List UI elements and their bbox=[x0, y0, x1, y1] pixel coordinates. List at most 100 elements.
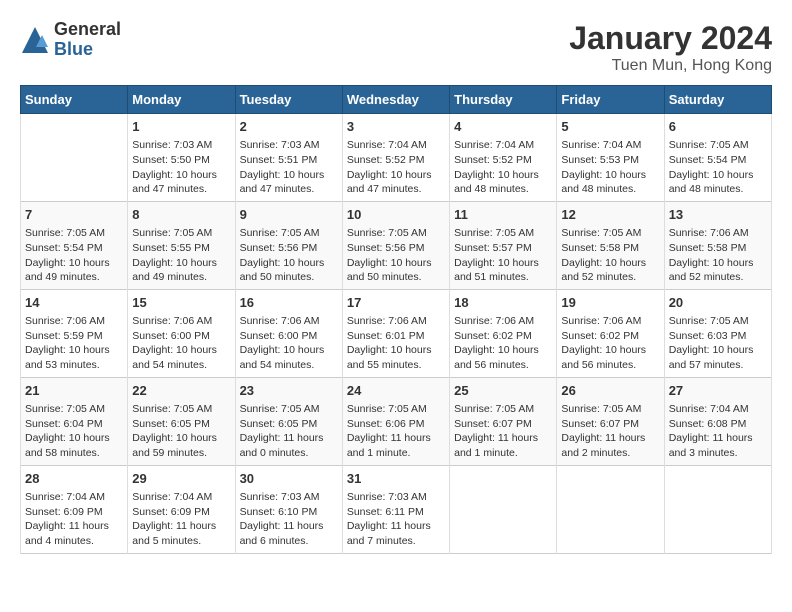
day-number: 8 bbox=[132, 206, 230, 224]
calendar-cell: 3 Sunrise: 7:04 AM Sunset: 5:52 PM Daylig… bbox=[342, 114, 449, 202]
day-number: 13 bbox=[669, 206, 767, 224]
day-number: 4 bbox=[454, 118, 552, 136]
day-number: 17 bbox=[347, 294, 445, 312]
day-info: Sunrise: 7:05 AM Sunset: 5:54 PM Dayligh… bbox=[25, 226, 123, 285]
day-info: Sunrise: 7:05 AM Sunset: 5:54 PM Dayligh… bbox=[669, 138, 767, 197]
day-number: 30 bbox=[240, 470, 338, 488]
day-info: Sunrise: 7:06 AM Sunset: 5:58 PM Dayligh… bbox=[669, 226, 767, 285]
day-info: Sunrise: 7:05 AM Sunset: 6:05 PM Dayligh… bbox=[240, 402, 338, 461]
day-number: 27 bbox=[669, 382, 767, 400]
day-number: 14 bbox=[25, 294, 123, 312]
day-number: 29 bbox=[132, 470, 230, 488]
calendar-cell: 31 Sunrise: 7:03 AM Sunset: 6:11 PM Dayli… bbox=[342, 465, 449, 553]
day-info: Sunrise: 7:05 AM Sunset: 5:56 PM Dayligh… bbox=[347, 226, 445, 285]
header-cell-thursday: Thursday bbox=[450, 86, 557, 114]
day-number: 31 bbox=[347, 470, 445, 488]
day-number: 23 bbox=[240, 382, 338, 400]
page-title: January 2024 bbox=[569, 20, 772, 57]
day-info: Sunrise: 7:04 AM Sunset: 6:08 PM Dayligh… bbox=[669, 402, 767, 461]
calendar-cell: 6 Sunrise: 7:05 AM Sunset: 5:54 PM Daylig… bbox=[664, 114, 771, 202]
calendar-cell: 11 Sunrise: 7:05 AM Sunset: 5:57 PM Dayli… bbox=[450, 201, 557, 289]
calendar-cell: 18 Sunrise: 7:06 AM Sunset: 6:02 PM Dayli… bbox=[450, 289, 557, 377]
day-number: 16 bbox=[240, 294, 338, 312]
week-row-4: 21 Sunrise: 7:05 AM Sunset: 6:04 PM Dayli… bbox=[21, 377, 772, 465]
week-row-2: 7 Sunrise: 7:05 AM Sunset: 5:54 PM Daylig… bbox=[21, 201, 772, 289]
calendar-cell: 23 Sunrise: 7:05 AM Sunset: 6:05 PM Dayli… bbox=[235, 377, 342, 465]
day-info: Sunrise: 7:05 AM Sunset: 5:55 PM Dayligh… bbox=[132, 226, 230, 285]
header-cell-saturday: Saturday bbox=[664, 86, 771, 114]
logo-blue: Blue bbox=[54, 40, 121, 60]
calendar-cell: 8 Sunrise: 7:05 AM Sunset: 5:55 PM Daylig… bbox=[128, 201, 235, 289]
day-number: 7 bbox=[25, 206, 123, 224]
day-info: Sunrise: 7:05 AM Sunset: 6:04 PM Dayligh… bbox=[25, 402, 123, 461]
day-info: Sunrise: 7:06 AM Sunset: 6:01 PM Dayligh… bbox=[347, 314, 445, 373]
day-info: Sunrise: 7:04 AM Sunset: 5:53 PM Dayligh… bbox=[561, 138, 659, 197]
day-info: Sunrise: 7:04 AM Sunset: 6:09 PM Dayligh… bbox=[25, 490, 123, 549]
day-number: 10 bbox=[347, 206, 445, 224]
calendar-cell bbox=[664, 465, 771, 553]
day-info: Sunrise: 7:04 AM Sunset: 5:52 PM Dayligh… bbox=[347, 138, 445, 197]
day-info: Sunrise: 7:06 AM Sunset: 6:00 PM Dayligh… bbox=[240, 314, 338, 373]
day-info: Sunrise: 7:04 AM Sunset: 6:09 PM Dayligh… bbox=[132, 490, 230, 549]
day-number: 18 bbox=[454, 294, 552, 312]
day-number: 19 bbox=[561, 294, 659, 312]
header-row: SundayMondayTuesdayWednesdayThursdayFrid… bbox=[21, 86, 772, 114]
calendar-cell: 21 Sunrise: 7:05 AM Sunset: 6:04 PM Dayli… bbox=[21, 377, 128, 465]
day-info: Sunrise: 7:03 AM Sunset: 6:10 PM Dayligh… bbox=[240, 490, 338, 549]
calendar-cell: 10 Sunrise: 7:05 AM Sunset: 5:56 PM Dayli… bbox=[342, 201, 449, 289]
day-info: Sunrise: 7:04 AM Sunset: 5:52 PM Dayligh… bbox=[454, 138, 552, 197]
day-number: 9 bbox=[240, 206, 338, 224]
header-cell-friday: Friday bbox=[557, 86, 664, 114]
title-block: January 2024 Tuen Mun, Hong Kong bbox=[569, 20, 772, 75]
calendar-cell: 30 Sunrise: 7:03 AM Sunset: 6:10 PM Dayli… bbox=[235, 465, 342, 553]
calendar-cell: 25Sunrise: 7:05 AM Sunset: 6:07 PM Dayli… bbox=[450, 377, 557, 465]
week-row-3: 14 Sunrise: 7:06 AM Sunset: 5:59 PM Dayli… bbox=[21, 289, 772, 377]
calendar-cell: 16 Sunrise: 7:06 AM Sunset: 6:00 PM Dayli… bbox=[235, 289, 342, 377]
day-info: Sunrise: 7:05 AM Sunset: 5:58 PM Dayligh… bbox=[561, 226, 659, 285]
calendar-cell: 12Sunrise: 7:05 AM Sunset: 5:58 PM Dayli… bbox=[557, 201, 664, 289]
calendar-cell: 17 Sunrise: 7:06 AM Sunset: 6:01 PM Dayli… bbox=[342, 289, 449, 377]
calendar-cell: 7 Sunrise: 7:05 AM Sunset: 5:54 PM Daylig… bbox=[21, 201, 128, 289]
calendar-cell: 4 Sunrise: 7:04 AM Sunset: 5:52 PM Daylig… bbox=[450, 114, 557, 202]
day-number: 21 bbox=[25, 382, 123, 400]
day-info: Sunrise: 7:06 AM Sunset: 6:00 PM Dayligh… bbox=[132, 314, 230, 373]
day-number: 3 bbox=[347, 118, 445, 136]
page-subtitle: Tuen Mun, Hong Kong bbox=[569, 57, 772, 75]
day-number: 11 bbox=[454, 206, 552, 224]
day-info: Sunrise: 7:03 AM Sunset: 5:51 PM Dayligh… bbox=[240, 138, 338, 197]
day-info: Sunrise: 7:06 AM Sunset: 5:59 PM Dayligh… bbox=[25, 314, 123, 373]
calendar-cell: 14 Sunrise: 7:06 AM Sunset: 5:59 PM Dayli… bbox=[21, 289, 128, 377]
logo-icon bbox=[20, 25, 50, 55]
day-number: 5 bbox=[561, 118, 659, 136]
day-number: 6 bbox=[669, 118, 767, 136]
calendar-cell: 15Sunrise: 7:06 AM Sunset: 6:00 PM Dayli… bbox=[128, 289, 235, 377]
day-info: Sunrise: 7:06 AM Sunset: 6:02 PM Dayligh… bbox=[454, 314, 552, 373]
calendar-cell: 28 Sunrise: 7:04 AM Sunset: 6:09 PM Dayli… bbox=[21, 465, 128, 553]
day-info: Sunrise: 7:05 AM Sunset: 6:03 PM Dayligh… bbox=[669, 314, 767, 373]
week-row-5: 28 Sunrise: 7:04 AM Sunset: 6:09 PM Dayli… bbox=[21, 465, 772, 553]
day-number: 26 bbox=[561, 382, 659, 400]
day-number: 20 bbox=[669, 294, 767, 312]
day-info: Sunrise: 7:05 AM Sunset: 6:07 PM Dayligh… bbox=[454, 402, 552, 461]
calendar-cell bbox=[450, 465, 557, 553]
day-info: Sunrise: 7:05 AM Sunset: 6:06 PM Dayligh… bbox=[347, 402, 445, 461]
day-number: 2 bbox=[240, 118, 338, 136]
day-info: Sunrise: 7:05 AM Sunset: 5:57 PM Dayligh… bbox=[454, 226, 552, 285]
header-cell-monday: Monday bbox=[128, 86, 235, 114]
calendar-cell: 13 Sunrise: 7:06 AM Sunset: 5:58 PM Dayli… bbox=[664, 201, 771, 289]
calendar-cell: 27 Sunrise: 7:04 AM Sunset: 6:08 PM Dayli… bbox=[664, 377, 771, 465]
calendar-cell: 2 Sunrise: 7:03 AM Sunset: 5:51 PM Daylig… bbox=[235, 114, 342, 202]
calendar-cell: 20 Sunrise: 7:05 AM Sunset: 6:03 PM Dayli… bbox=[664, 289, 771, 377]
header-cell-wednesday: Wednesday bbox=[342, 86, 449, 114]
calendar-cell: 1 Sunrise: 7:03 AM Sunset: 5:50 PM Daylig… bbox=[128, 114, 235, 202]
day-info: Sunrise: 7:03 AM Sunset: 5:50 PM Dayligh… bbox=[132, 138, 230, 197]
logo: General Blue bbox=[20, 20, 121, 60]
header-cell-tuesday: Tuesday bbox=[235, 86, 342, 114]
day-number: 24 bbox=[347, 382, 445, 400]
week-row-1: 1 Sunrise: 7:03 AM Sunset: 5:50 PM Daylig… bbox=[21, 114, 772, 202]
day-number: 28 bbox=[25, 470, 123, 488]
day-info: Sunrise: 7:05 AM Sunset: 5:56 PM Dayligh… bbox=[240, 226, 338, 285]
day-number: 1 bbox=[132, 118, 230, 136]
calendar-cell: 9 Sunrise: 7:05 AM Sunset: 5:56 PM Daylig… bbox=[235, 201, 342, 289]
day-info: Sunrise: 7:03 AM Sunset: 6:11 PM Dayligh… bbox=[347, 490, 445, 549]
